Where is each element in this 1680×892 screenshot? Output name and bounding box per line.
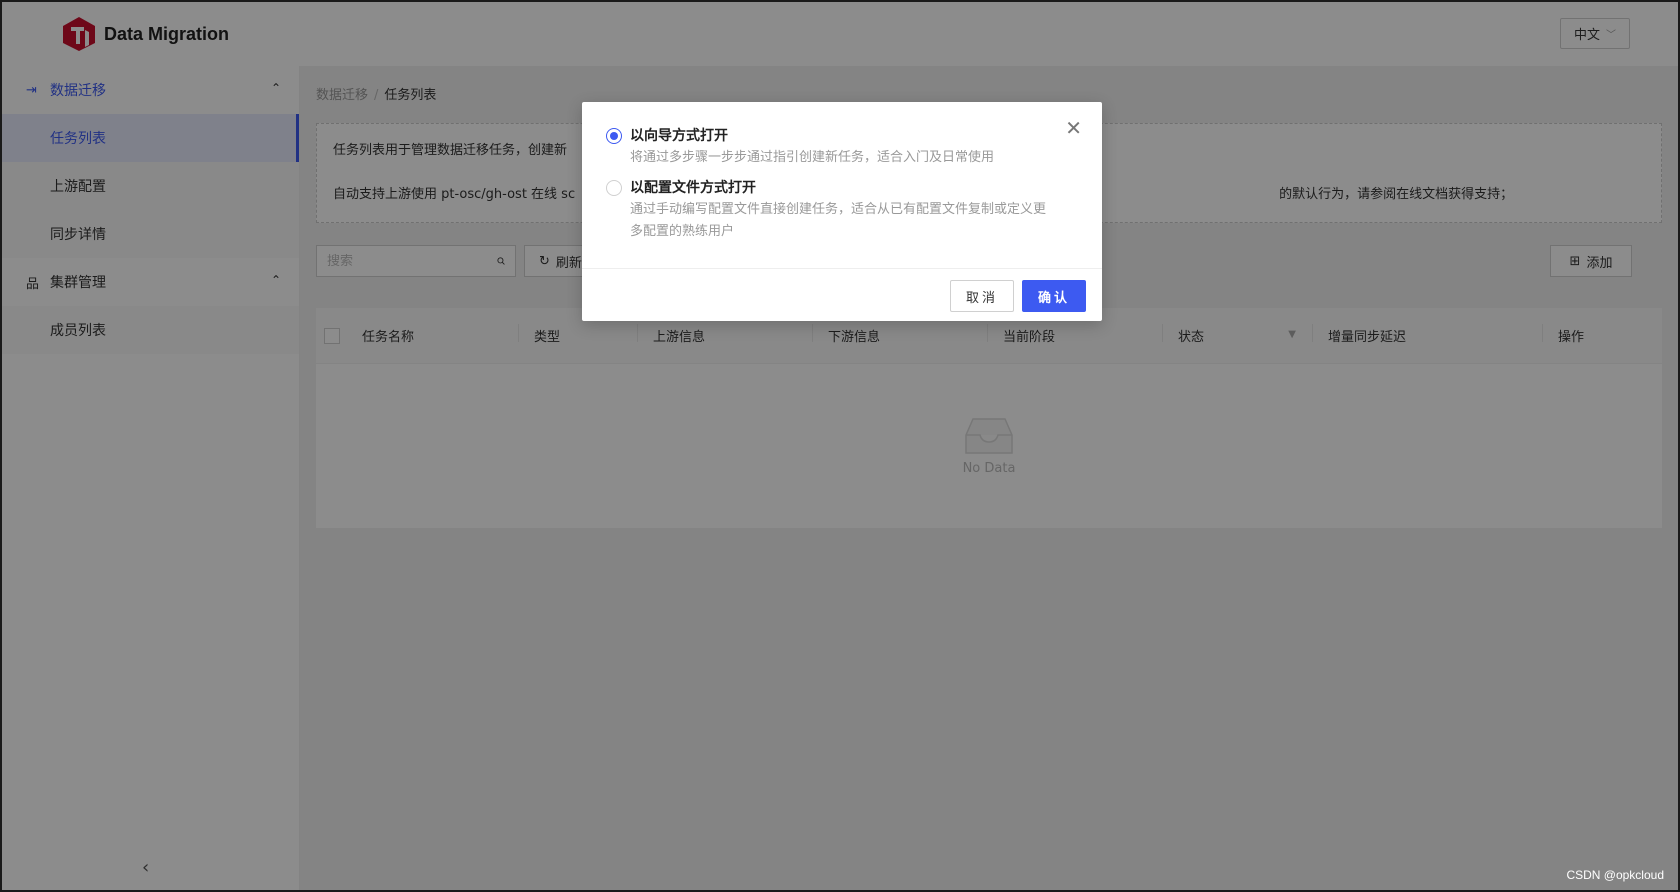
- option-title: 以配置文件方式打开: [630, 180, 756, 196]
- option-description: 通过手动编写配置文件直接创建任务，适合从已有配置文件复制或定义更多配置的熟练用户: [630, 202, 1047, 239]
- open-mode-dialog: ✕ 以向导方式打开 将通过多步骤一步步通过指引创建新任务，适合入门及日常使用 以…: [582, 102, 1102, 321]
- modal-footer: 取消 确认: [582, 268, 1102, 321]
- option-wizard[interactable]: 以向导方式打开 将通过多步骤一步步通过指引创建新任务，适合入门及日常使用: [606, 126, 1050, 169]
- radio-wizard[interactable]: [606, 128, 622, 144]
- option-description: 将通过多步骤一步步通过指引创建新任务，适合入门及日常使用: [630, 150, 995, 165]
- app-frame: Data Migration 中文 ﹀ ⇥ 数据迁移 ⌃ 任务列表 上游配置 同…: [0, 0, 1680, 892]
- confirm-button[interactable]: 确认: [1022, 280, 1086, 312]
- option-title: 以向导方式打开: [630, 128, 728, 144]
- option-config-file[interactable]: 以配置文件方式打开 通过手动编写配置文件直接创建任务，适合从已有配置文件复制或定…: [606, 178, 1050, 243]
- watermark: CSDN @opkcloud: [1566, 868, 1664, 882]
- radio-config-file[interactable]: [606, 180, 622, 196]
- close-icon[interactable]: ✕: [1065, 118, 1082, 138]
- cancel-button[interactable]: 取消: [950, 280, 1014, 312]
